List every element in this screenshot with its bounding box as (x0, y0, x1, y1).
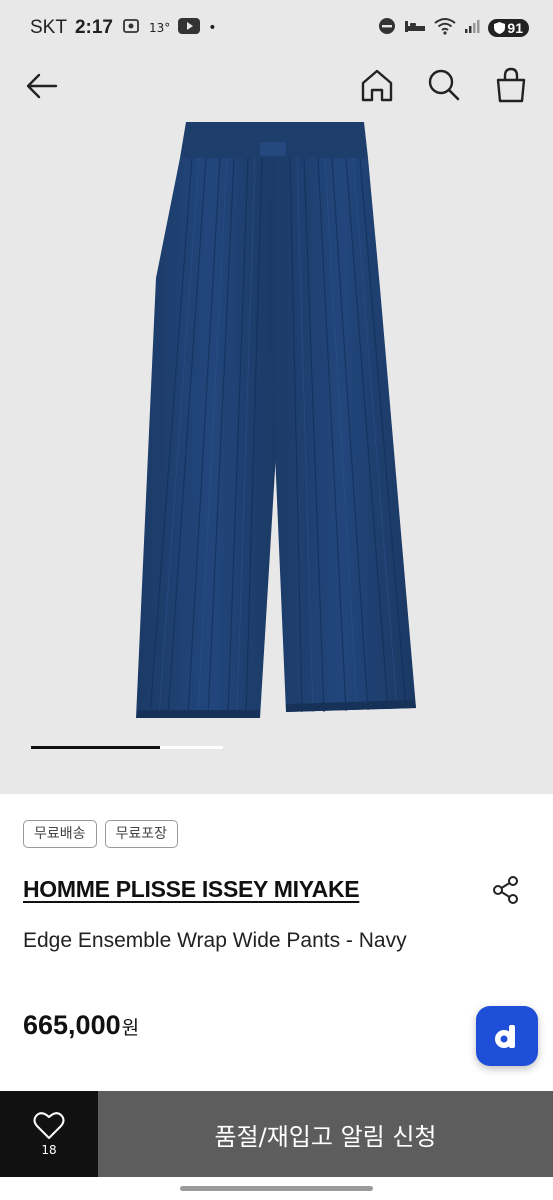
price-value: 665,000 (23, 1010, 121, 1040)
youtube-icon (178, 17, 201, 39)
home-icon (361, 69, 393, 102)
tag-free-shipping: 무료배송 (23, 820, 97, 848)
notification-dot: • (208, 20, 217, 36)
battery-indicator: 91 (488, 19, 529, 37)
share-icon (493, 876, 518, 904)
price-currency: 원 (121, 1017, 140, 1039)
do-not-disturb-icon (378, 17, 396, 39)
bottom-action-bar: 18 품절/재입고 알림 신청 (0, 1091, 553, 1177)
price-row: 665,000 원 (23, 1010, 139, 1041)
status-left: SKT 2:17 13° • (30, 16, 217, 41)
screen-capture-icon (121, 16, 141, 41)
arrow-left-icon (26, 73, 58, 99)
tag-free-wrapping: 무료포장 (104, 820, 179, 848)
floating-app-button[interactable] (476, 1006, 538, 1066)
back-button[interactable] (22, 66, 62, 106)
status-right: 91 (378, 17, 529, 39)
home-button[interactable] (356, 64, 398, 106)
like-button[interactable]: 18 (0, 1091, 98, 1177)
temperature: 13° (148, 21, 171, 35)
home-indicator[interactable] (180, 1186, 373, 1191)
restock-alert-button[interactable]: 품절/재입고 알림 신청 (98, 1091, 553, 1177)
cart-button[interactable] (490, 64, 532, 106)
gallery-progress (31, 746, 223, 749)
product-name: Edge Ensemble Wrap Wide Pants - Navy (23, 929, 407, 952)
brand-link[interactable]: HOMME PLISSE ISSEY MIYAKE (23, 876, 360, 903)
sleep-mode-icon (404, 18, 426, 38)
status-bar: SKT 2:17 13° • 91 (0, 0, 553, 56)
shopping-bag-icon (496, 67, 526, 103)
battery-level: 91 (507, 20, 523, 36)
gesture-area (0, 1177, 553, 1200)
benefit-tags: 무료배송 무료포장 (23, 820, 179, 848)
wifi-icon (434, 17, 457, 39)
gallery-progress-fill (31, 746, 160, 749)
search-icon (428, 69, 460, 101)
heart-icon (33, 1112, 65, 1139)
signal-icon (464, 18, 480, 38)
share-button[interactable] (489, 873, 523, 907)
clock: 2:17 (74, 17, 113, 38)
search-button[interactable] (422, 64, 464, 106)
battery-shield-icon (494, 22, 506, 34)
carrier-label: SKT (30, 17, 67, 38)
like-count: 18 (41, 1143, 57, 1157)
product-gallery[interactable] (0, 56, 553, 794)
d-logo-icon (495, 1025, 515, 1048)
product-image (136, 122, 416, 718)
